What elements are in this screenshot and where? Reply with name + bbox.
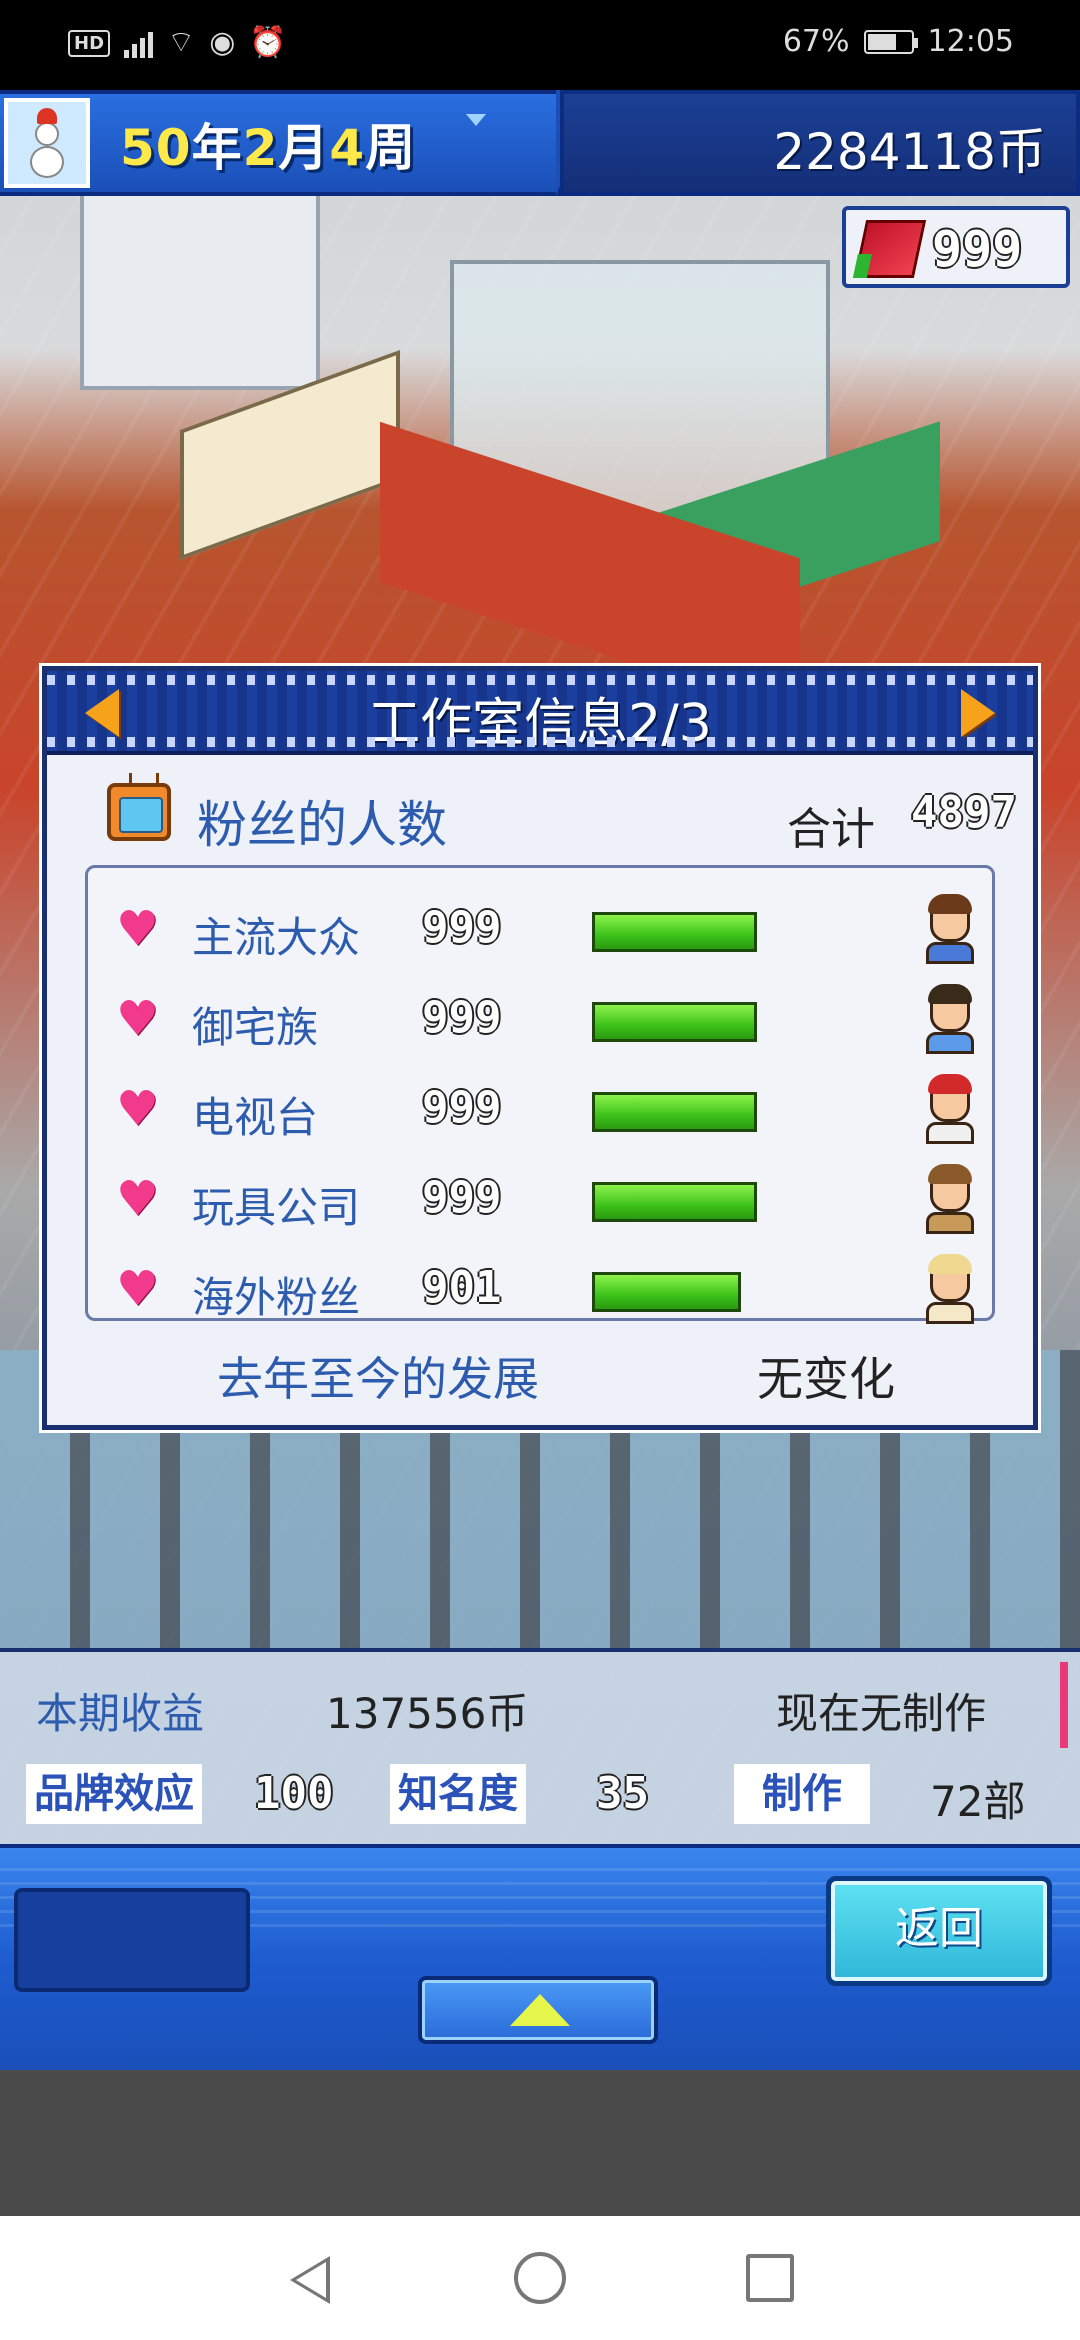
fan-row: ♥ 玩具公司 999 [88,1154,994,1244]
heart-icon: ♥ [116,1261,160,1317]
fan-avatar-otaku [920,982,980,1056]
battery-icon [863,29,918,54]
alarm-icon: ⏰ [249,25,287,60]
fan-value: 999 [422,992,502,1043]
works-label: 制作 [734,1764,870,1824]
fan-label: 海外粉丝 [192,1273,361,1322]
heart-icon: ♥ [116,1171,160,1227]
fan-row: ♥ 海外粉丝 901 [88,1244,994,1334]
bottom-control-bar: 返回 [0,1844,1080,2070]
eye-icon: ◉ [209,25,236,60]
fan-count-header: 粉丝的人数 合计 4897 [107,779,1017,855]
nav-back-icon[interactable] [290,2256,330,2304]
nav-recents-icon[interactable] [746,2254,794,2302]
money-display: 2284118币 [560,90,1080,196]
fan-value: 999 [422,1172,502,1223]
date-week: 4 [329,119,366,177]
fame-label: 知名度 [390,1764,526,1824]
heart-icon: ♥ [116,991,160,1047]
empty-slot [14,1888,250,1992]
fan-label: 御宅族 [192,1003,319,1052]
letterbox-area [0,2070,1080,2216]
fan-bar [592,1182,842,1222]
hd-badge: HD [68,29,111,57]
system-nav-bar [0,2216,1080,2340]
growth-value: 无变化 [757,1352,895,1406]
fan-value: 999 [422,1082,502,1133]
fan-value: 999 [422,902,502,953]
brand-value: 100 [254,1768,334,1819]
fan-row: ♥ 御宅族 999 [88,974,994,1064]
battery-percent: 67% [782,24,850,59]
fan-avatar-overseas [920,1252,980,1326]
panel-header: 工作室信息2/3 [47,671,1033,755]
studio-stats-strip: 本期收益 137556币 现在无制作 品牌效应 100 知名度 35 制作 72… [0,1648,1080,1844]
status-right: 67% 12:05 [783,24,1014,59]
nav-home-icon[interactable] [514,2252,566,2304]
earnings-value: 137556币 [326,1689,529,1738]
game-scene[interactable]: 50年2月4周 2284118币 999 工作室信息2/3 粉丝的人数 合计 4… [0,90,1080,2070]
date-week-unit: 周 [365,119,417,177]
research-points-display[interactable]: 999 [842,206,1070,288]
caret-down-icon[interactable] [466,114,486,126]
expand-menu-button[interactable] [418,1976,658,2044]
production-status: 现在无制作 [776,1689,987,1738]
fan-bar [592,912,842,952]
fan-avatar-tv-station [920,1072,980,1146]
growth-label: 去年至今的发展 [217,1352,539,1406]
status-left-icons: HD ⌔ ◉ ⏰ [68,28,287,58]
fan-bar-fill [592,1272,741,1312]
studio-info-panel: 工作室信息2/3 粉丝的人数 合计 4897 ♥ 主流大众 999 ♥ 御宅族 … [42,666,1038,1430]
fan-avatar-toy-company [920,1162,980,1236]
fan-value: 901 [422,1262,502,1313]
fame-value: 35 [596,1768,649,1819]
fan-bar-fill [592,1002,757,1042]
fan-bar [592,1002,842,1042]
brand-label: 品牌效应 [26,1764,202,1824]
game-date: 50年2月4周 [120,108,416,180]
date-year: 50 [120,119,192,177]
date-display[interactable]: 50年2月4周 [0,90,596,196]
fan-bar [592,1092,842,1132]
earnings-label: 本期收益 [36,1689,205,1738]
research-points-value: 999 [932,220,1023,278]
date-month: 2 [242,119,279,177]
fan-label: 玩具公司 [192,1183,361,1232]
snowman-icon [22,108,72,178]
date-year-unit: 年 [191,119,243,177]
strip-scrollbar[interactable] [1060,1662,1068,1748]
wifi-icon: ⌔ [167,25,196,60]
fan-bar-fill [592,1092,757,1132]
clock: 12:05 [927,24,1014,59]
fan-bar-fill [592,912,757,952]
next-page-arrow-icon[interactable] [947,683,1003,743]
fan-avatar-mainstream [920,892,980,966]
signal-icon [124,28,154,58]
up-arrow-icon [510,1994,570,2026]
fan-label: 主流大众 [192,913,361,962]
fan-label: 电视台 [192,1093,319,1142]
section-title: 粉丝的人数 [197,796,447,854]
book-icon [853,220,927,278]
fan-row: ♥ 电视台 999 [88,1064,994,1154]
date-month-unit: 月 [278,119,330,177]
tv-icon [107,783,171,841]
money-value: 2284118币 [773,123,1046,181]
total-value: 4897 [911,787,1017,838]
status-bar: HD ⌔ ◉ ⏰ 67% 12:05 [0,0,1080,90]
total-label: 合计 [787,804,875,855]
player-avatar[interactable] [4,98,90,188]
heart-icon: ♥ [116,1081,160,1137]
fan-bar [592,1272,842,1312]
panel-title: 工作室信息2/3 [368,694,712,754]
works-value: 72部 [930,1777,1026,1826]
heart-icon: ♥ [116,901,160,957]
fan-list: ♥ 主流大众 999 ♥ 御宅族 999 ♥ 电视台 999 ♥ 玩具公司 99… [85,865,995,1324]
back-button[interactable]: 返回 [826,1876,1052,1986]
fan-row: ♥ 主流大众 999 [88,884,994,974]
fan-bar-fill [592,1182,757,1222]
